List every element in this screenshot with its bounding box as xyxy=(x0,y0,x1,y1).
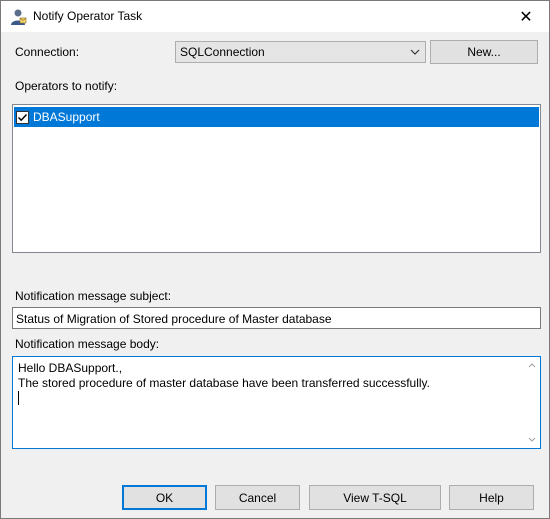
title-bar: Notify Operator Task ✕ xyxy=(1,1,549,32)
window-title: Notify Operator Task xyxy=(33,9,143,23)
connection-value: SQLConnection xyxy=(180,45,265,59)
body-label: Notification message body: xyxy=(15,337,160,351)
subject-label: Notification message subject: xyxy=(15,289,172,303)
scroll-up-icon[interactable] xyxy=(527,361,537,369)
operator-checkbox[interactable] xyxy=(16,111,29,124)
notify-operator-icon xyxy=(11,9,27,25)
new-connection-button[interactable]: New... xyxy=(430,40,538,64)
operators-list[interactable]: DBASupport xyxy=(12,104,541,253)
connection-label: Connection: xyxy=(15,45,80,59)
ok-button[interactable]: OK xyxy=(122,485,207,510)
chevron-down-icon xyxy=(410,49,420,55)
close-button[interactable]: ✕ xyxy=(503,1,549,32)
text-caret xyxy=(18,391,19,405)
operators-label: Operators to notify: xyxy=(15,79,118,93)
check-icon xyxy=(17,113,28,122)
list-item[interactable]: DBASupport xyxy=(14,107,539,127)
subject-value: Status of Migration of Stored procedure … xyxy=(16,312,332,326)
help-button[interactable]: Help xyxy=(449,485,534,510)
body-line: Hello DBASupport., xyxy=(18,361,123,375)
body-textarea[interactable]: Hello DBASupport., The stored procedure … xyxy=(12,356,541,449)
notify-operator-dialog: Notify Operator Task ✕ Connection: SQLCo… xyxy=(0,0,550,519)
connection-select[interactable]: SQLConnection xyxy=(175,41,426,63)
cancel-button[interactable]: Cancel xyxy=(215,485,300,510)
subject-input[interactable]: Status of Migration of Stored procedure … xyxy=(12,307,541,329)
operator-name: DBASupport xyxy=(33,110,100,124)
view-tsql-button[interactable]: View T-SQL xyxy=(309,485,441,510)
scroll-down-icon[interactable] xyxy=(527,436,537,444)
close-icon: ✕ xyxy=(519,8,533,26)
body-line: The stored procedure of master database … xyxy=(18,376,431,390)
